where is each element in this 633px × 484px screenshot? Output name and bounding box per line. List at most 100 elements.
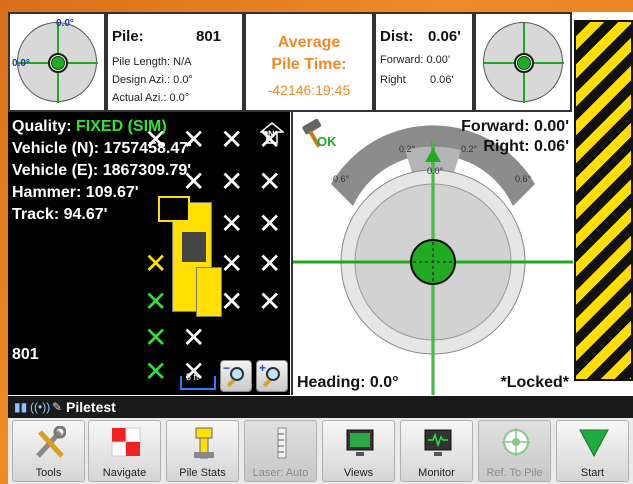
arc-label-center: 0.0° — [427, 166, 444, 176]
target-view[interactable]: OK 0.6° 0.2° 0.0° 0.2° 0.6° Forward: 0.0… — [291, 112, 573, 395]
pile-marker: ✕ — [220, 285, 244, 318]
dist-value: 0.06' — [428, 28, 461, 45]
design-azimuth: Design Azi.: 0.0° — [112, 74, 193, 86]
pile-position-inner — [517, 56, 531, 70]
hammer-ok-icon: OK — [299, 118, 337, 150]
pile-label: Pile: — [112, 28, 144, 45]
radio-icon: ((•)) — [30, 400, 51, 414]
quality-value: FIXED (SIM) — [76, 118, 167, 135]
north-arrow-icon: N — [258, 122, 286, 144]
machine-view[interactable]: ✕ ✕ ✕ ✕ ✕ ✕ ✕ ✕ ✕ ✕ ✕ ✕ ✕ ✕ ✕ ✕ ✕ ✕ ✕ ✕ … — [8, 112, 290, 395]
start-icon — [578, 426, 610, 460]
views-button[interactable]: Views — [322, 420, 395, 482]
pile-marker: ✕ — [182, 321, 206, 354]
ref-to-pile-button[interactable]: Ref. To Pile — [478, 420, 551, 482]
project-icon: ✎ — [52, 400, 63, 414]
pile-marker-done: ✕ — [144, 355, 168, 388]
track-elevation: Track: 94.67' — [12, 206, 108, 223]
laser-auto-label: Laser: Auto — [252, 467, 309, 479]
current-pile-id: 801 — [12, 346, 39, 363]
rig-cab — [182, 232, 206, 262]
mini-target-right — [483, 22, 564, 103]
arc-label-mid-right: 0.2° — [461, 144, 478, 154]
pile-marker: ✕ — [220, 247, 244, 280]
hazard-stripe-panel — [574, 20, 633, 381]
scale-bar: 5 ft — [180, 372, 216, 390]
app-frame: 0.0° 0.0° Pile: 801 Pile Length: N/A Des… — [8, 12, 633, 484]
minus-icon: − — [223, 361, 231, 375]
monitor-label: Monitor — [418, 467, 455, 479]
pile-marker-done: ✕ — [144, 321, 168, 354]
views-icon — [344, 426, 376, 460]
views-label: Views — [343, 467, 374, 479]
pile-length: Pile Length: N/A — [112, 56, 192, 68]
locked-status: *Locked* — [500, 374, 569, 391]
status-bar: ▮▮ ((•)) ✎ Piletest — [8, 396, 633, 418]
pile-info-panel: Pile: 801 Pile Length: N/A Design Azi.: … — [106, 12, 244, 112]
heading-readout: Heading: 0.0° — [297, 374, 399, 391]
tools-button[interactable]: Tools — [12, 420, 85, 482]
scale-label: 5 ft — [186, 372, 199, 382]
navigate-label: Navigate — [102, 467, 147, 479]
arc-label-right: 0.6° — [515, 174, 532, 184]
pile-marker: ✕ — [258, 165, 282, 198]
pile-marker: ✕ — [220, 207, 244, 240]
pile-marker-done: ✕ — [144, 285, 168, 318]
vehicle-northing: Vehicle (N): 1757458.47' — [12, 140, 192, 157]
north-label: N — [268, 129, 275, 139]
rig-mast — [158, 196, 190, 222]
laser-auto-button[interactable]: Laser: Auto — [244, 420, 317, 482]
pile-marker: ✕ — [220, 165, 244, 198]
bottom-toolbar: Tools Navigate Pile Stats Laser: Auto Vi… — [8, 418, 633, 484]
vehicle-easting: Vehicle (E): 1867309.79' — [12, 162, 192, 179]
average-label-line2: Pile Time: — [271, 56, 347, 73]
arc-label-left: 0.6° — [333, 174, 350, 184]
pile-stats-icon — [188, 426, 220, 460]
zoom-in-button[interactable]: + — [256, 360, 288, 392]
hammer-elevation: Hammer: 109.67' — [12, 184, 139, 201]
pile-marker: ✕ — [258, 207, 282, 240]
ref-to-pile-label: Ref. To Pile — [486, 467, 543, 479]
project-name: Piletest — [66, 399, 116, 415]
quality-row: Quality: FIXED (SIM) — [12, 118, 167, 136]
average-pile-time-panel: Average Pile Time: -42146:19:45 — [244, 12, 374, 112]
magnifier-handle — [262, 378, 272, 388]
pile-marker: ✕ — [258, 247, 282, 280]
monitor-icon — [422, 426, 454, 460]
pile-number: 801 — [196, 28, 222, 45]
pile-marker: ✕ — [220, 123, 244, 156]
dist-label: Dist: — [380, 28, 414, 45]
plus-icon: + — [259, 361, 267, 375]
pile-position-inner — [51, 56, 65, 70]
dist-forward: Forward: 0.00' — [380, 54, 450, 66]
quality-label: Quality: — [12, 118, 72, 135]
ref-to-pile-icon — [500, 426, 532, 460]
dist-right-label: Right — [380, 74, 406, 86]
navigate-icon — [110, 426, 142, 460]
tools-icon — [34, 425, 67, 460]
pile-stats-button[interactable]: Pile Stats — [166, 420, 239, 482]
average-pile-time-value: -42146:19:45 — [267, 82, 351, 98]
pile-marker-active: ✕ — [144, 247, 168, 280]
left-mini-target-panel[interactable]: 0.0° 0.0° — [8, 12, 106, 112]
dist-right-value: 0.06' — [430, 74, 454, 86]
magnifier-handle — [226, 378, 236, 388]
target-forward: Forward: 0.00' — [461, 118, 569, 135]
rig-track-left — [196, 267, 222, 317]
signal-icon: ▮▮ — [14, 400, 28, 414]
arc-label-mid-left: 0.2° — [399, 144, 416, 154]
mini-angle-top: 0.0° — [56, 18, 74, 29]
distance-panel: Dist: 0.06' Forward: 0.00' Right 0.06' — [374, 12, 474, 112]
monitor-button[interactable]: Monitor — [400, 420, 473, 482]
pile-stats-label: Pile Stats — [179, 467, 226, 479]
actual-azimuth: Actual Azi.: 0.0° — [112, 92, 190, 104]
hammer-ok-label: OK — [317, 134, 337, 149]
mini-angle-left: 0.0° — [12, 58, 30, 69]
target-right: Right: 0.06' — [483, 138, 569, 155]
zoom-out-button[interactable]: − — [220, 360, 252, 392]
start-button[interactable]: Start — [556, 420, 629, 482]
navigate-button[interactable]: Navigate — [88, 420, 161, 482]
start-label: Start — [580, 467, 605, 479]
average-label-line1: Average — [277, 34, 341, 51]
right-mini-target-panel[interactable] — [474, 12, 572, 112]
